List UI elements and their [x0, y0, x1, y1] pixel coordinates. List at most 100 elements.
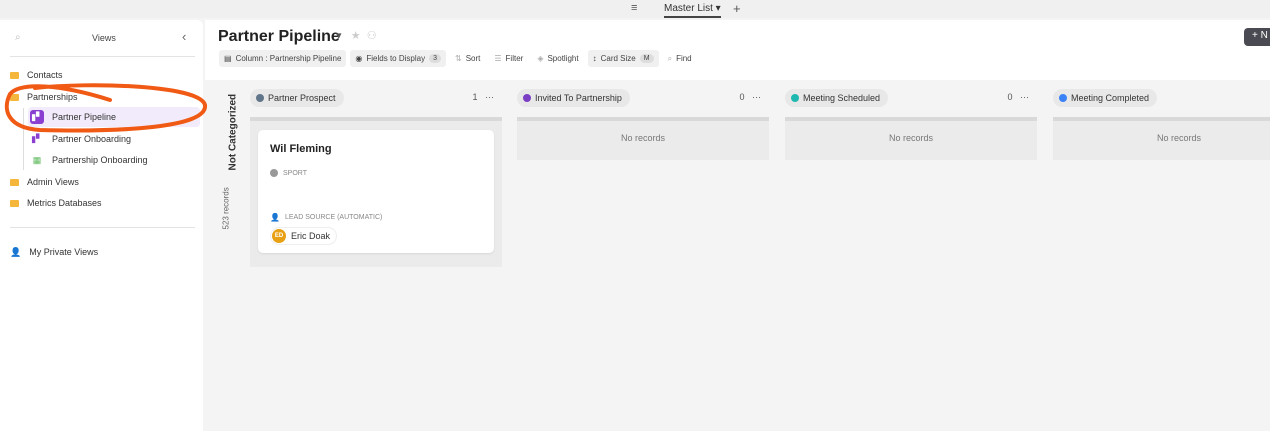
- item-label: Partner Onboarding: [52, 134, 132, 144]
- sidebar-title: Views: [92, 33, 116, 43]
- label: Filter: [505, 54, 524, 63]
- sidebar-item-partnerships[interactable]: Partnerships: [10, 87, 78, 107]
- collapse-sidebar-button[interactable]: ‹: [182, 29, 186, 44]
- column-title: Invited To Partnership: [535, 93, 622, 103]
- card-size-icon: ↕: [592, 54, 597, 63]
- person-name: Eric Doak: [291, 231, 331, 241]
- item-label: Admin Views: [27, 177, 79, 187]
- new-record-button[interactable]: + N: [1244, 28, 1270, 46]
- item-label: Partnership Onboarding: [52, 155, 148, 165]
- view-header: Partner Pipeline ▾ ★ ⚇ ▤ Column : Partner…: [205, 20, 1270, 80]
- sidebar-item-contacts[interactable]: Contacts: [10, 65, 63, 85]
- sidebar-item-partnership-onboarding[interactable]: ▦ Partnership Onboarding: [28, 150, 200, 170]
- column-header-chip[interactable]: Meeting Scheduled: [785, 89, 889, 107]
- divider: [10, 227, 195, 228]
- card-title: Wil Fleming: [270, 143, 332, 155]
- master-list-tab[interactable]: Master List ▾: [664, 3, 721, 18]
- item-label: Metrics Databases: [27, 198, 102, 208]
- filter-button[interactable]: ☰ Filter: [489, 50, 528, 67]
- field-label: LEAD SOURCE (AUTOMATIC): [284, 214, 383, 221]
- avatar: ED: [272, 229, 286, 243]
- folder-icon: [10, 93, 19, 101]
- kanban-icon: ▮▘: [31, 133, 43, 144]
- star-icon[interactable]: ★: [351, 30, 361, 42]
- label: Fields to Display: [366, 54, 426, 63]
- divider: [10, 56, 195, 57]
- empty-state: No records: [888, 133, 933, 143]
- column-header-chip[interactable]: Meeting Completed: [1053, 89, 1158, 107]
- not-categorized-label: Not Categorized: [227, 93, 239, 171]
- column-body: Wil Fleming SPORT 👤 LEAD SOURCE (AUTOMATI…: [250, 117, 502, 267]
- folder-icon: [10, 199, 19, 207]
- dropdown-field-icon: [270, 169, 278, 177]
- status-dot-icon: [523, 94, 531, 102]
- label: Card Size: [600, 54, 636, 63]
- more-options-icon[interactable]: ···: [752, 92, 761, 102]
- label: Find: [676, 54, 692, 63]
- column-selector[interactable]: ▤ Column : Partnership Pipeline: [219, 50, 347, 67]
- view-dropdown-caret[interactable]: ▾: [336, 30, 342, 42]
- column-count: 0: [1007, 92, 1013, 102]
- user-icon: 👤: [270, 213, 280, 222]
- column-title: Meeting Completed: [1071, 93, 1150, 103]
- records-count: 523 records: [221, 187, 231, 230]
- user-icon: 👤: [10, 246, 22, 257]
- filter-icon: ☰: [494, 54, 502, 63]
- status-dot-icon: [1059, 94, 1067, 102]
- page-title: Partner Pipeline: [218, 28, 340, 45]
- eye-icon: ◉: [355, 54, 363, 63]
- spotlight-button[interactable]: ◈ Spotlight: [532, 50, 583, 67]
- search-icon: ⌕: [667, 53, 673, 63]
- status-dot-icon: [791, 94, 799, 102]
- item-label: Partnerships: [27, 92, 78, 102]
- empty-state: No records: [620, 133, 665, 143]
- item-label: My Private Views: [29, 247, 99, 257]
- empty-state: No records: [1156, 133, 1201, 143]
- sidebar-item-private-views[interactable]: 👤 My Private Views: [10, 242, 98, 262]
- label: Column : Partnership Pipeline: [235, 54, 342, 63]
- column-header-chip[interactable]: Partner Prospect: [250, 89, 344, 107]
- fields-to-display-button[interactable]: ◉ Fields to Display 3: [350, 50, 446, 67]
- sidebar-item-partner-onboarding[interactable]: ▮▘ Partner Onboarding: [28, 129, 200, 149]
- status-dot-icon: [256, 94, 264, 102]
- spotlight-icon: ◈: [537, 54, 544, 63]
- folder-icon: [10, 71, 19, 79]
- share-icon[interactable]: ⚇: [367, 30, 377, 42]
- column-count: 0: [739, 92, 745, 102]
- label: Sort: [465, 54, 481, 63]
- title-controls: ▾ ★ ⚇: [336, 29, 377, 42]
- column-count: 1: [472, 92, 478, 102]
- search-icon[interactable]: ⌕: [15, 32, 21, 43]
- item-label: Contacts: [27, 70, 63, 80]
- column-title: Partner Prospect: [268, 93, 336, 103]
- columns-icon: ▤: [224, 54, 232, 63]
- sidebar-item-admin-views[interactable]: Admin Views: [10, 172, 79, 192]
- person-chip[interactable]: ED Eric Doak: [270, 227, 338, 245]
- add-tab-button[interactable]: +: [733, 1, 741, 16]
- folder-icon: [10, 178, 19, 186]
- more-options-icon[interactable]: ···: [1020, 92, 1029, 102]
- tree-line: [23, 108, 24, 170]
- sidebar: ⌕ Views ‹ Contacts Partnerships ▮▘ Partne…: [0, 20, 203, 431]
- column-title: Meeting Scheduled: [803, 93, 881, 103]
- card-size-button[interactable]: ↕ Card Size M: [587, 50, 659, 67]
- not-categorized-lane[interactable]: Not Categorized 523 records: [218, 85, 239, 230]
- field-label: SPORT: [283, 169, 307, 177]
- hamburger-icon[interactable]: ≡: [631, 2, 637, 14]
- item-label: Partner Pipeline: [52, 112, 117, 122]
- find-button[interactable]: ⌕ Find: [663, 50, 697, 67]
- label: Spotlight: [547, 54, 579, 63]
- kanban-icon: ▮▘: [30, 110, 44, 124]
- card-size-badge: M: [639, 54, 654, 63]
- record-card[interactable]: Wil Fleming SPORT 👤 LEAD SOURCE (AUTOMATI…: [258, 130, 494, 253]
- more-options-icon[interactable]: ···: [485, 92, 494, 102]
- fields-count-badge: 3: [429, 54, 441, 63]
- sort-button[interactable]: ⇅ Sort: [450, 50, 485, 67]
- column-header-chip[interactable]: Invited To Partnership: [517, 89, 630, 107]
- sidebar-item-metrics-databases[interactable]: Metrics Databases: [10, 193, 102, 213]
- grid-icon: ▦: [32, 154, 42, 165]
- sort-icon: ⇅: [454, 54, 462, 63]
- sidebar-item-partner-pipeline[interactable]: ▮▘ Partner Pipeline: [28, 107, 200, 127]
- top-bar: ≡ Master List ▾ +: [0, 0, 1270, 18]
- toolbar: ▤ Column : Partnership Pipeline ◉ Fields t…: [219, 50, 697, 67]
